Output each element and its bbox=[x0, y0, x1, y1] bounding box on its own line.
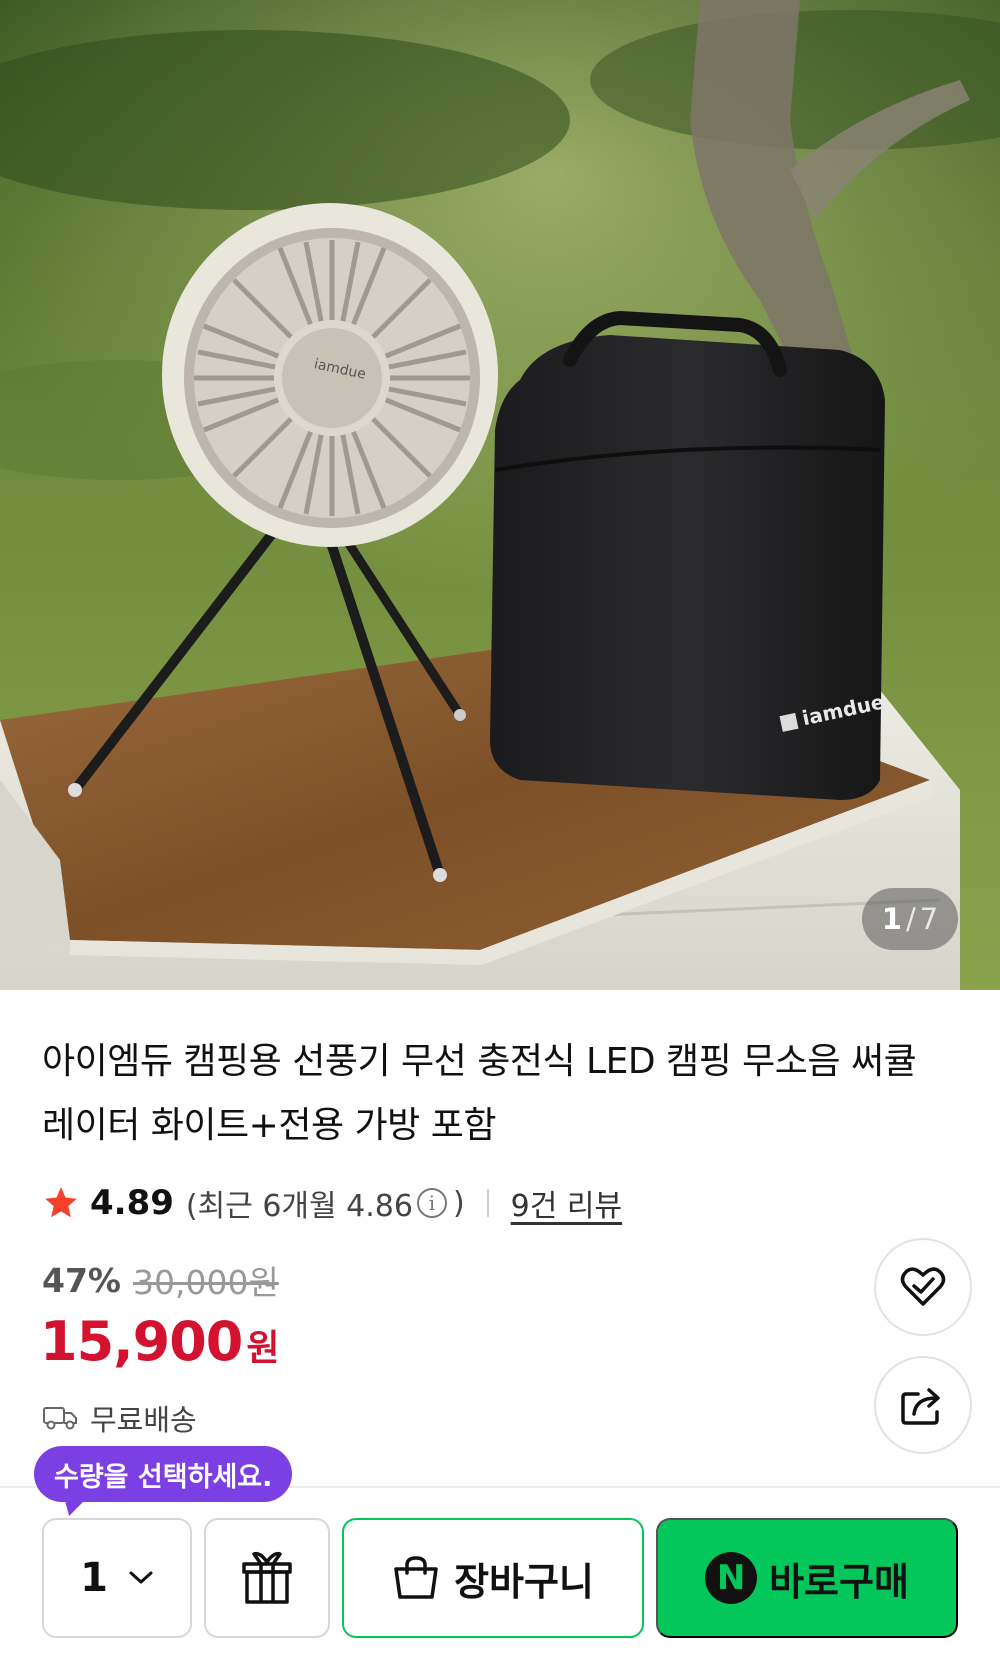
product-photo: iamdue iamdue bbox=[0, 0, 1000, 990]
review-count-link[interactable]: 9건 리뷰 bbox=[511, 1181, 622, 1225]
quantity-select[interactable]: 1 bbox=[42, 1518, 192, 1638]
discount-rate: 47% bbox=[42, 1260, 121, 1300]
truck-icon bbox=[43, 1407, 77, 1430]
quantity-tooltip: 수량을 선택하세요. bbox=[34, 1446, 293, 1502]
chevron-down-icon bbox=[129, 1571, 153, 1584]
price-unit: 원 bbox=[246, 1328, 280, 1369]
heart-check-icon bbox=[900, 1267, 946, 1306]
rating-value: 4.89 bbox=[90, 1183, 174, 1223]
buy-label: 바로구매 bbox=[769, 1561, 909, 1604]
shopping-bag-icon bbox=[394, 1556, 438, 1599]
recent-rating-text: (최근 6개월 4.86 bbox=[185, 1189, 413, 1224]
page-separator: / bbox=[905, 902, 916, 936]
wishlist-button[interactable] bbox=[874, 1238, 972, 1336]
product-title: 아이엠듀 캠핑용 선풍기 무선 충전식 LED 캠핑 무소음 써큘레이터 화이트… bbox=[42, 1041, 917, 1146]
star-icon bbox=[45, 1187, 77, 1218]
rating-row: 4.89 (최근 6개월 4.86 i ) 9건 리뷰 bbox=[42, 1180, 622, 1226]
recent-rating-close: ) bbox=[452, 1185, 465, 1221]
info-icon[interactable]: i bbox=[416, 1188, 447, 1218]
add-to-cart-button[interactable]: 장바구니 bbox=[342, 1518, 644, 1638]
total-pages: 7 bbox=[919, 902, 939, 936]
sale-price: 15,900 원 bbox=[40, 1310, 280, 1380]
buy-now-button[interactable]: N 바로구매 bbox=[656, 1518, 958, 1638]
gift-button[interactable] bbox=[204, 1518, 330, 1638]
rating-divider bbox=[486, 1189, 489, 1217]
gift-icon bbox=[242, 1551, 292, 1604]
price-value: 15,900 bbox=[40, 1310, 243, 1373]
shipping-label: 무료배송 bbox=[90, 1403, 197, 1437]
current-page: 1 bbox=[881, 902, 902, 936]
image-page-indicator: 1 / 7 bbox=[862, 888, 958, 950]
discount-row: 47% 30,000원 bbox=[42, 1256, 279, 1304]
recent-rating: (최근 6개월 4.86 i ) bbox=[186, 1181, 465, 1225]
share-button[interactable] bbox=[874, 1356, 972, 1454]
naver-pay-icon: N bbox=[705, 1552, 758, 1604]
quantity-value: 1 bbox=[80, 1555, 108, 1601]
product-image-gallery[interactable]: iamdue iamdue 1 / 7 bbox=[0, 0, 1000, 990]
shipping-info: 무료배송 bbox=[42, 1396, 197, 1440]
share-icon bbox=[901, 1388, 940, 1425]
original-price: 30,000원 bbox=[133, 1263, 279, 1302]
cart-label: 장바구니 bbox=[454, 1561, 594, 1604]
